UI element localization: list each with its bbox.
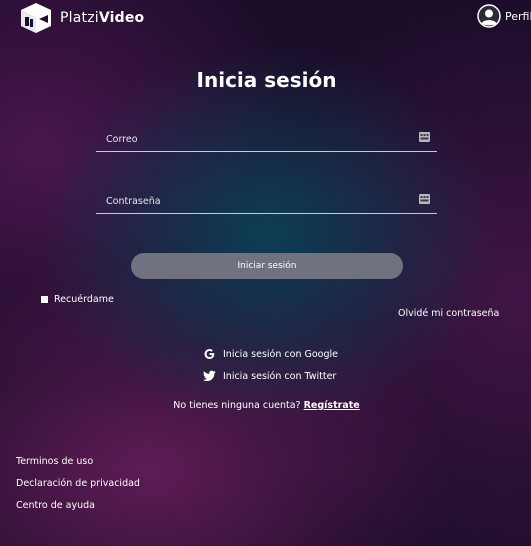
email-field[interactable] <box>106 129 406 150</box>
password-field[interactable] <box>106 191 406 212</box>
footer-link-help[interactable]: Centro de ayuda <box>16 500 95 511</box>
remember-label: Recuérdame <box>54 294 114 305</box>
page-title: Inicia sesión <box>196 68 337 92</box>
logo-wordmark: PlatziVideo <box>60 10 144 26</box>
logo-text-platzi: Platzi <box>60 10 99 26</box>
google-icon <box>204 349 215 359</box>
footer-link-privacy[interactable]: Declaración de privacidad <box>16 478 140 489</box>
platzi-video-logo[interactable]: PlatziVideo <box>19 1 149 35</box>
google-login-link[interactable]: Inicia sesión con Google <box>203 348 338 360</box>
login-button[interactable]: Iniciar sesión <box>131 253 403 279</box>
remember-me[interactable]: Recuérdame <box>41 294 114 305</box>
profile-label: Perfil <box>505 9 531 23</box>
profile-menu[interactable]: Perfil <box>477 4 531 28</box>
autofill-key-icon[interactable] <box>419 194 430 204</box>
user-avatar-icon <box>477 4 501 28</box>
platzi-cube-icon <box>21 3 51 33</box>
twitter-login-label: Inicia sesión con Twitter <box>223 370 337 382</box>
autofill-key-icon[interactable] <box>419 132 430 142</box>
twitter-icon <box>203 370 216 382</box>
logo-text-video: Video <box>98 10 145 26</box>
register-prompt-text: No tienes ninguna cuenta? <box>173 400 301 411</box>
password-field-wrapper <box>96 189 437 214</box>
remember-checkbox[interactable] <box>41 296 48 303</box>
register-prompt: No tienes ninguna cuenta? Regístrate <box>0 400 531 411</box>
forgot-password-link[interactable]: Olvidé mi contraseña <box>398 308 499 319</box>
register-link[interactable]: Regístrate <box>304 400 360 411</box>
email-field-wrapper <box>96 127 437 152</box>
footer-link-terms[interactable]: Terminos de uso <box>16 456 93 467</box>
twitter-login-link[interactable]: Inicia sesión con Twitter <box>203 370 336 382</box>
google-login-label: Inicia sesión con Google <box>223 348 338 360</box>
